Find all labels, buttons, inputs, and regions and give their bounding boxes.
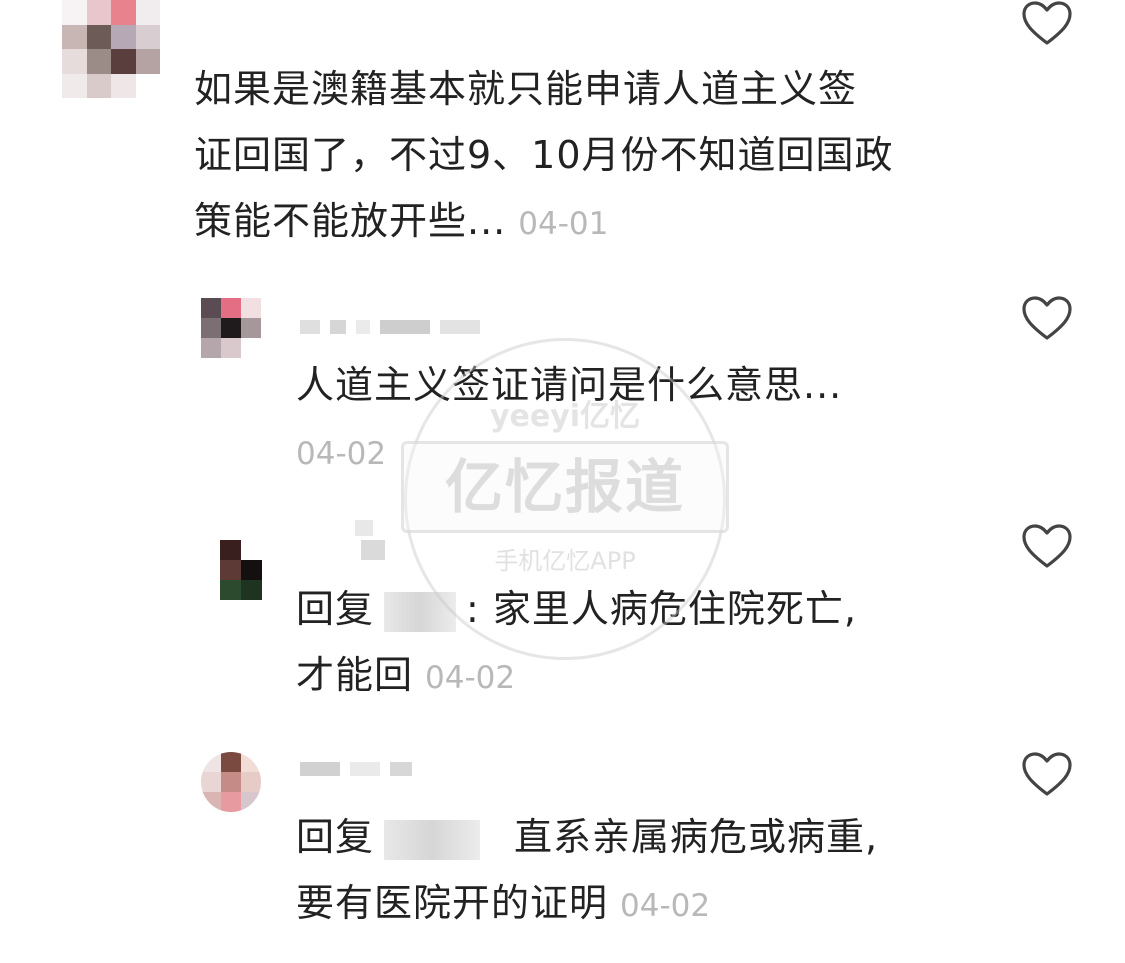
mention-blurred[interactable] (384, 819, 481, 860)
avatar[interactable] (201, 298, 261, 358)
username-blurred[interactable] (300, 762, 412, 776)
mention-blurred[interactable] (384, 591, 457, 632)
comment-text: 回复: 家里人病危住院死亡, 才能回 04-02 (296, 587, 857, 697)
like-heart-icon[interactable] (1021, 751, 1073, 797)
comment-time: 04-01 (518, 206, 609, 242)
comment-time: 04-02 (425, 660, 516, 696)
like-heart-icon[interactable] (1021, 0, 1073, 46)
watermark-bottom-text: 手机亿忆APP (494, 547, 636, 575)
reply-prefix: 回复 (296, 815, 375, 859)
avatar[interactable] (220, 540, 262, 600)
avatar[interactable] (201, 752, 261, 812)
comment-text: 回复 直系亲属病危或病重, 要有医院开的证明 04-02 (296, 815, 879, 925)
like-heart-icon[interactable] (1021, 295, 1073, 341)
comment-time: 04-02 (620, 888, 711, 924)
comment-time: 04-02 (296, 436, 387, 472)
username-blurred[interactable] (300, 320, 480, 334)
comment-text: 如果是澳籍基本就只能申请人道主义签 证回国了，不过9、10月份不知道回国政 策能… (194, 67, 894, 243)
like-heart-icon[interactable] (1021, 523, 1073, 569)
avatar[interactable] (62, 0, 160, 98)
reply-prefix: 回复 (296, 587, 375, 631)
comment-text: 人道主义签证请问是什么意思... 04-02 (296, 363, 843, 472)
username-blurred[interactable] (355, 520, 385, 560)
